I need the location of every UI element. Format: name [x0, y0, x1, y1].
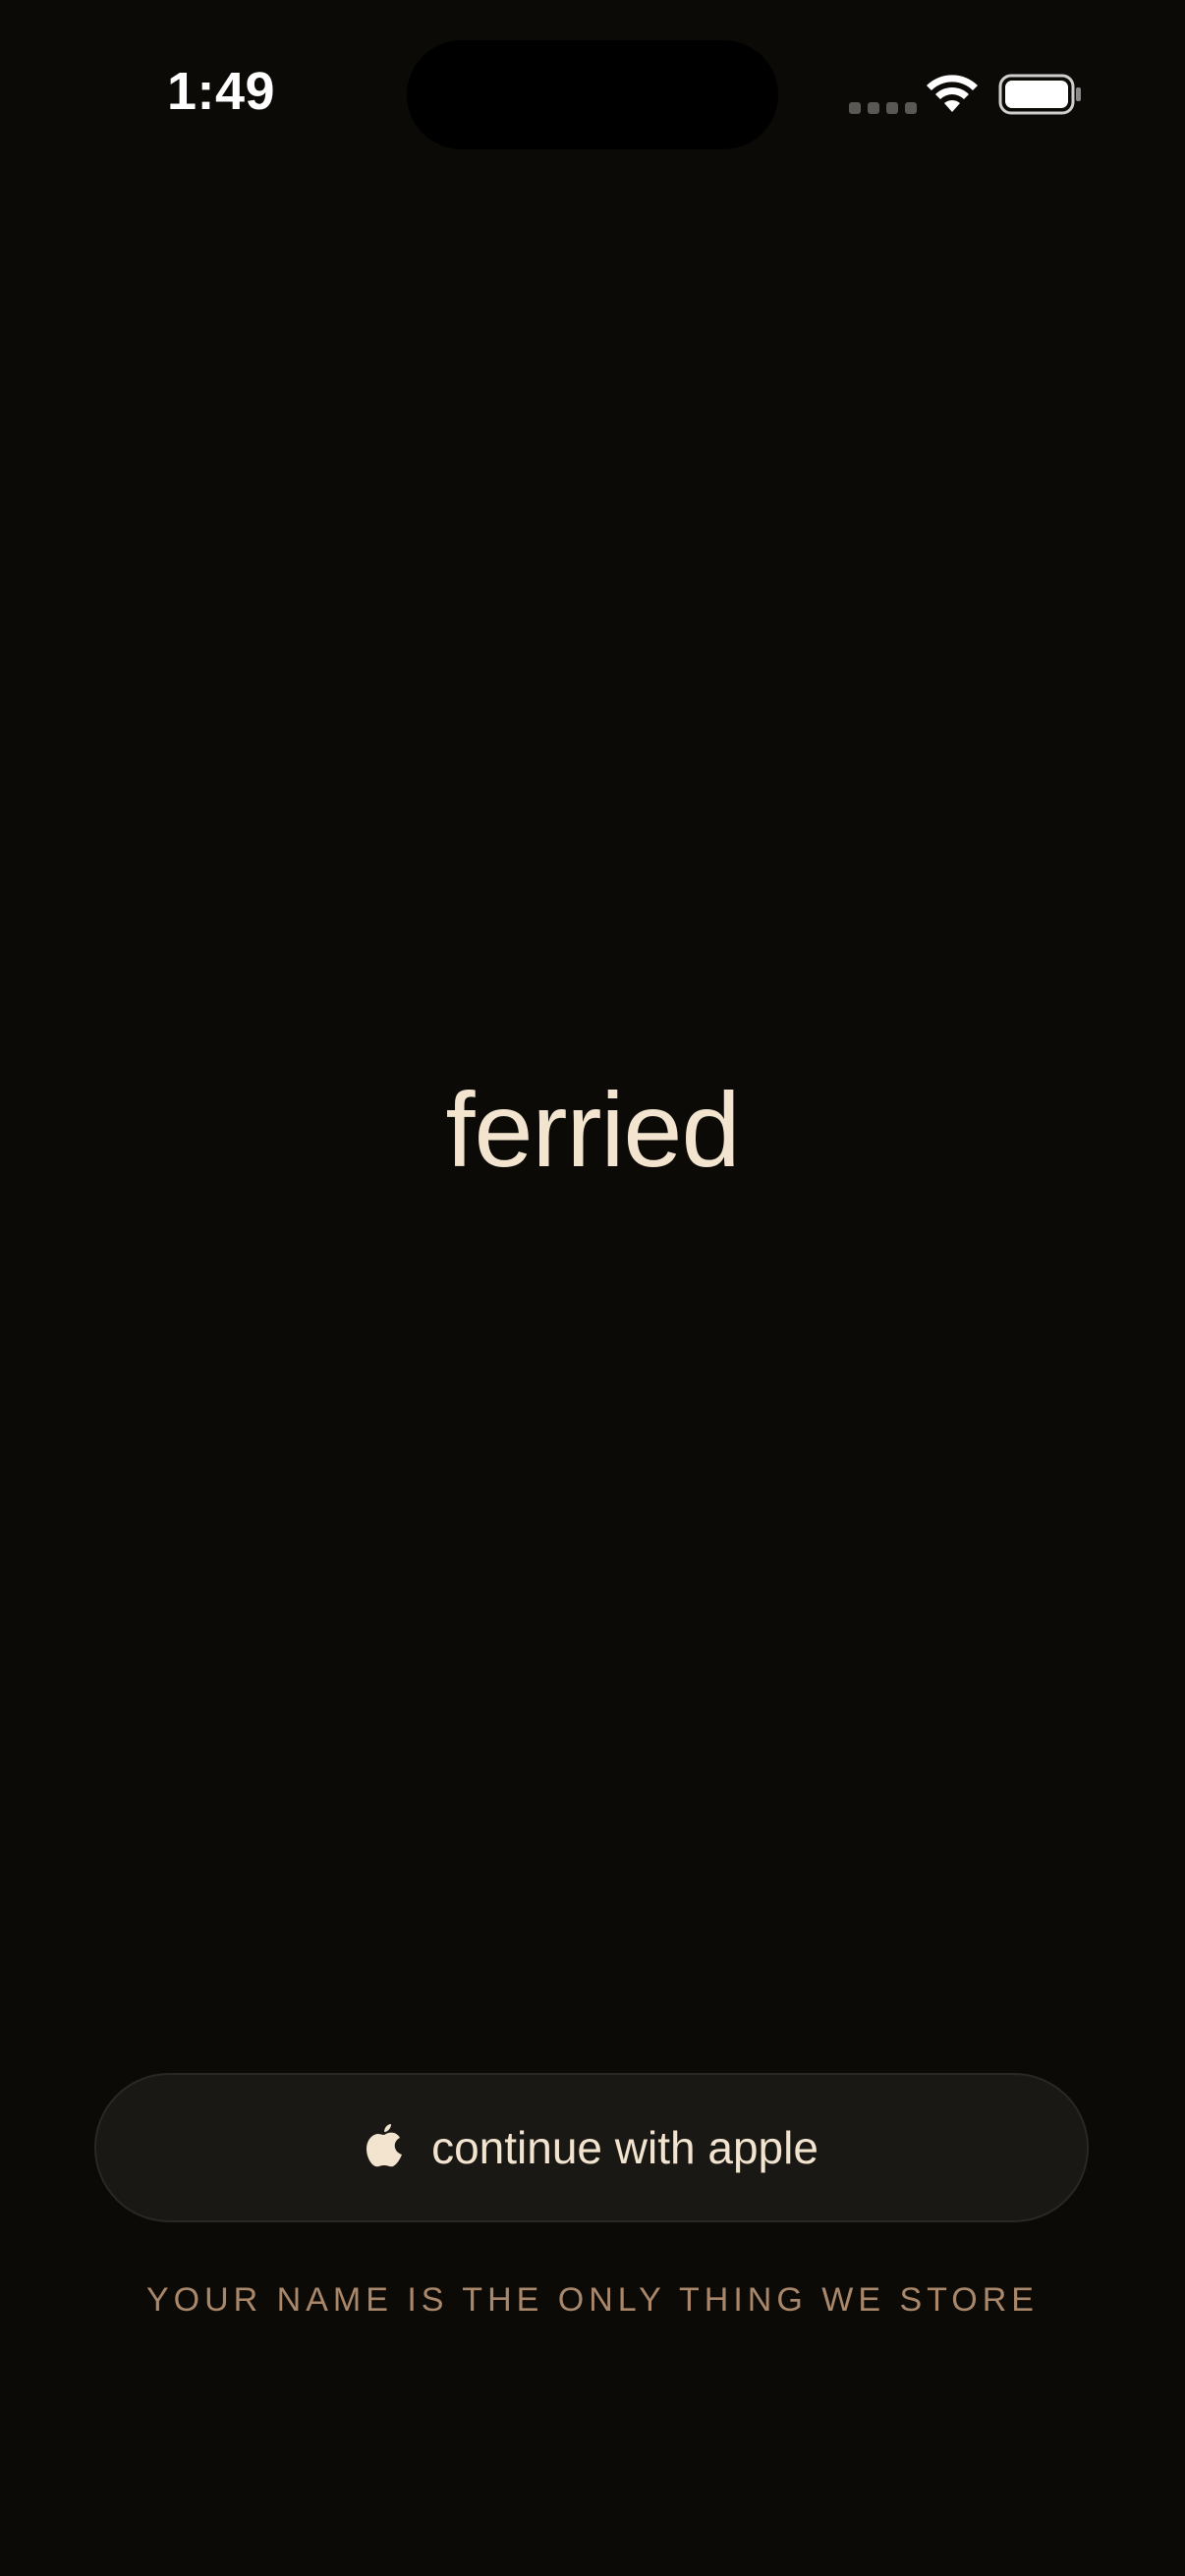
privacy-note: YOUR NAME IS THE ONLY THING WE STORE [146, 2281, 1039, 2319]
status-time: 1:49 [167, 62, 276, 121]
wifi-icon [927, 75, 978, 112]
apple-icon [367, 2124, 403, 2167]
dynamic-island [407, 40, 778, 149]
battery-icon [998, 74, 1081, 115]
continue-with-apple-button[interactable]: continue with apple [94, 2073, 1089, 2222]
app-title: ferried [445, 1070, 740, 1189]
continue-with-apple-label: continue with apple [431, 2122, 818, 2173]
cellular-signal-icon [849, 102, 917, 114]
